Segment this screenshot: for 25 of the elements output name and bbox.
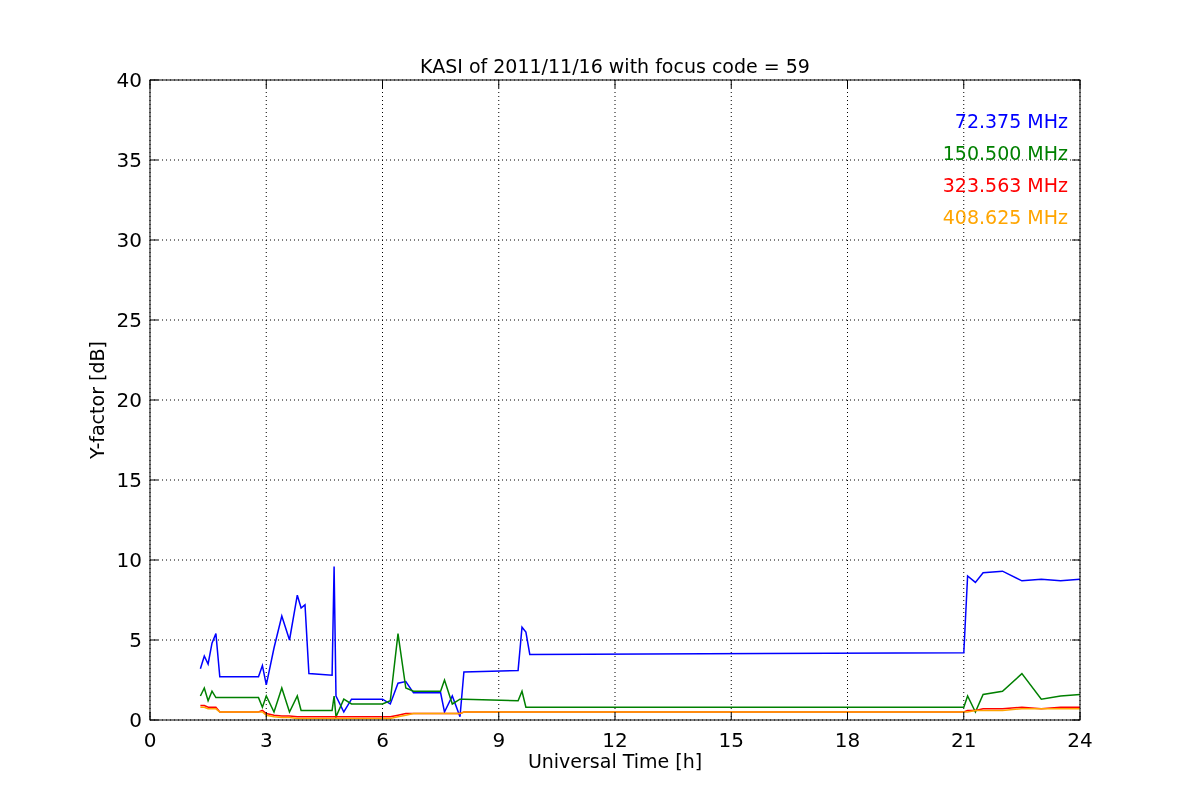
tick-label: 0 <box>129 708 142 732</box>
legend-label: 408.625 MHz <box>942 206 1068 228</box>
chart-title: KASI of 2011/11/16 with focus code = 59 <box>420 55 810 77</box>
tick-label: 20 <box>116 388 142 412</box>
legend-label: 150.500 MHz <box>942 142 1068 164</box>
tick-label: 12 <box>602 728 628 752</box>
tick-label: 0 <box>143 728 157 752</box>
tick-label: 10 <box>116 548 142 572</box>
legend-label: 72.375 MHz <box>954 110 1068 132</box>
tick-label: 30 <box>116 228 142 252</box>
tick-label: 25 <box>116 308 142 332</box>
tick-label: 15 <box>116 468 142 492</box>
tick-label: 5 <box>129 628 142 652</box>
tick-label: 18 <box>834 728 861 752</box>
axis-label: Y-factor [dB] <box>86 341 108 459</box>
tick-label: 3 <box>259 728 273 752</box>
legend-label: 323.563 MHz <box>942 174 1068 196</box>
tick-label: 35 <box>116 148 142 172</box>
tick-label: 15 <box>718 728 744 752</box>
tick-label: 24 <box>1067 728 1093 752</box>
tick-label: 9 <box>492 728 506 752</box>
axis-label: Universal Time [h] <box>527 750 703 772</box>
tick-label: 40 <box>116 68 142 92</box>
tick-label: 6 <box>376 728 389 752</box>
tick-label: 21 <box>951 728 977 752</box>
